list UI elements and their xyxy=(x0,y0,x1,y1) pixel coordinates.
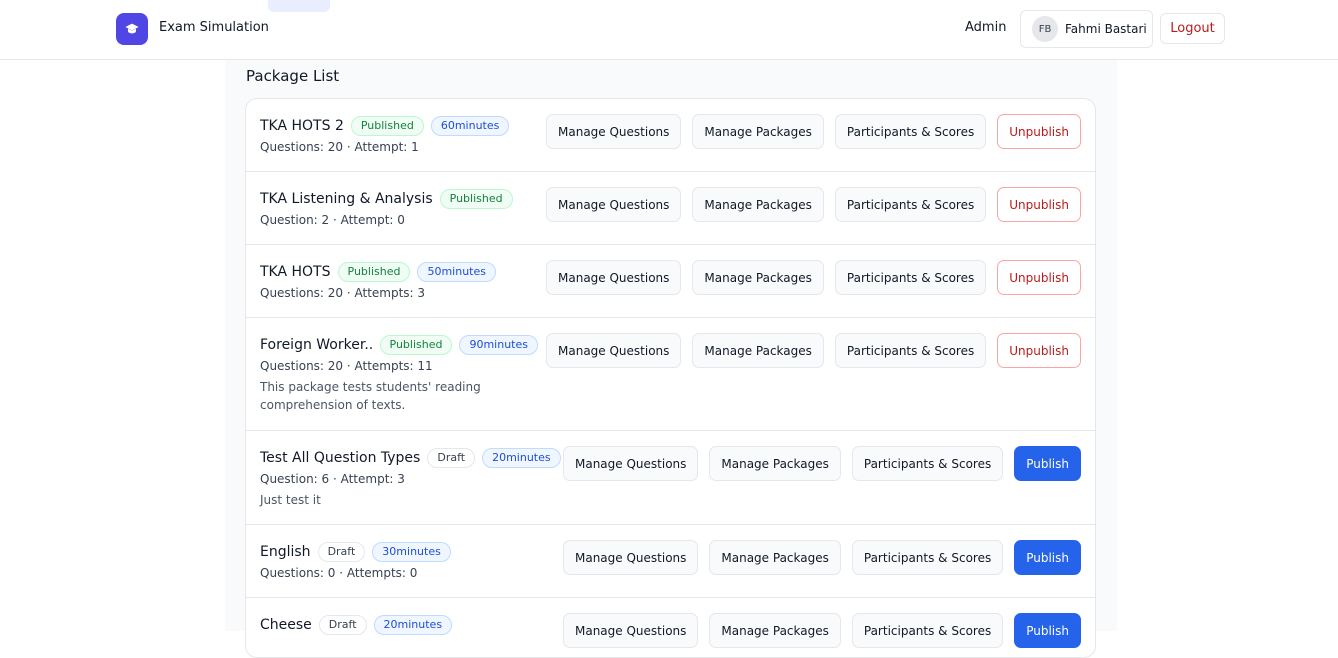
package-list: TKA HOTS 2 Published 60minutes Questions… xyxy=(245,98,1096,658)
publish-button[interactable]: Publish xyxy=(1014,446,1081,481)
manage-packages-button[interactable]: Manage Packages xyxy=(692,114,824,149)
status-badge: Draft xyxy=(317,542,366,562)
graduation-cap-icon[interactable] xyxy=(116,13,148,45)
package-row: English Draft 30minutes Questions: 0 · A… xyxy=(246,525,1095,598)
package-name: English xyxy=(260,544,311,560)
page-title: Package List xyxy=(246,67,340,85)
status-badge: Draft xyxy=(318,615,367,635)
unpublish-button[interactable]: Unpublish xyxy=(997,114,1081,149)
package-row: Foreign Worker... Published 90minutes Qu… xyxy=(246,318,1095,431)
package-name: Test All Question Types xyxy=(260,450,421,466)
participants-scores-button[interactable]: Participants & Scores xyxy=(834,114,987,149)
manage-questions-button[interactable]: Manage Questions xyxy=(546,333,682,368)
package-row: Cheese Draft 20minutes Manage Questions … xyxy=(246,598,1095,657)
status-badge: Published xyxy=(337,262,411,282)
duration-badge: 90minutes xyxy=(459,335,538,355)
package-description: This package tests students' reading com… xyxy=(260,380,481,412)
manage-questions-button[interactable]: Manage Questions xyxy=(546,114,682,149)
nav-link-admin[interactable]: Admin xyxy=(965,20,1006,35)
avatar: FB xyxy=(1032,16,1058,42)
manage-packages-button[interactable]: Manage Packages xyxy=(692,333,824,368)
participants-scores-button[interactable]: Participants & Scores xyxy=(851,446,1004,481)
unpublish-button[interactable]: Unpublish xyxy=(997,333,1081,368)
logout-button[interactable]: Logout xyxy=(1160,13,1225,44)
package-row: TKA HOTS Published 50minutes Questions: … xyxy=(246,245,1095,318)
duration-badge: 30minutes xyxy=(372,542,451,562)
manage-packages-button[interactable]: Manage Packages xyxy=(692,260,824,295)
package-stats: Questions: 20 · Attempts: 3 xyxy=(260,286,426,300)
top-navbar: Exam Simulation Admin FB Fahmi Bastari L… xyxy=(0,0,1338,60)
package-name: TKA HOTS 2 xyxy=(260,118,344,134)
duration-badge: 20minutes xyxy=(373,615,453,635)
participants-scores-button[interactable]: Participants & Scores xyxy=(834,187,987,222)
manage-questions-button[interactable]: Manage Questions xyxy=(562,446,699,481)
package-stats: Questions: 20 · Attempt: 1 xyxy=(260,140,419,154)
publish-button[interactable]: Publish xyxy=(1014,540,1081,575)
package-row: TKA HOTS 2 Published 60minutes Questions… xyxy=(246,99,1095,172)
package-row: TKA Listening & Analysis Published Quest… xyxy=(246,172,1095,245)
user-name: Fahmi Bastari xyxy=(1065,22,1147,36)
duration-badge: 60minutes xyxy=(430,116,510,136)
package-stats: Questions: 0 · Attempts: 0 xyxy=(260,566,418,580)
manage-packages-button[interactable]: Manage Packages xyxy=(709,540,841,575)
manage-questions-button[interactable]: Manage Questions xyxy=(546,260,682,295)
status-badge: Published xyxy=(350,116,424,136)
package-stats: Questions: 20 · Attempts: 11 xyxy=(260,359,433,373)
manage-packages-button[interactable]: Manage Packages xyxy=(709,446,841,481)
package-name: Foreign Worker... xyxy=(260,337,373,353)
duration-badge: 50minutes xyxy=(417,262,496,282)
unpublish-button[interactable]: Unpublish xyxy=(997,260,1081,295)
user-menu[interactable]: FB Fahmi Bastari xyxy=(1020,10,1153,48)
status-badge: Published xyxy=(439,189,513,209)
package-description: Just test it xyxy=(260,493,321,507)
package-stats: Question: 2 · Attempt: 0 xyxy=(260,213,405,227)
app-name[interactable]: Exam Simulation xyxy=(159,20,269,35)
package-stats: Question: 6 · Attempt: 3 xyxy=(260,472,405,486)
manage-packages-button[interactable]: Manage Packages xyxy=(692,187,824,222)
package-name: TKA Listening & Analysis xyxy=(260,191,433,207)
decorative-tab-highlight xyxy=(268,0,330,12)
participants-scores-button[interactable]: Participants & Scores xyxy=(834,333,987,368)
manage-questions-button[interactable]: Manage Questions xyxy=(546,187,682,222)
participants-scores-button[interactable]: Participants & Scores xyxy=(834,260,987,295)
status-badge: Draft xyxy=(427,448,476,468)
package-name: TKA HOTS xyxy=(260,264,331,280)
participants-scores-button[interactable]: Participants & Scores xyxy=(851,540,1004,575)
duration-badge: 20minutes xyxy=(482,448,561,468)
manage-questions-button[interactable]: Manage Questions xyxy=(562,540,699,575)
package-row: Test All Question Types Draft 20minutes … xyxy=(246,431,1095,525)
status-badge: Published xyxy=(379,335,453,355)
unpublish-button[interactable]: Unpublish xyxy=(997,187,1081,222)
